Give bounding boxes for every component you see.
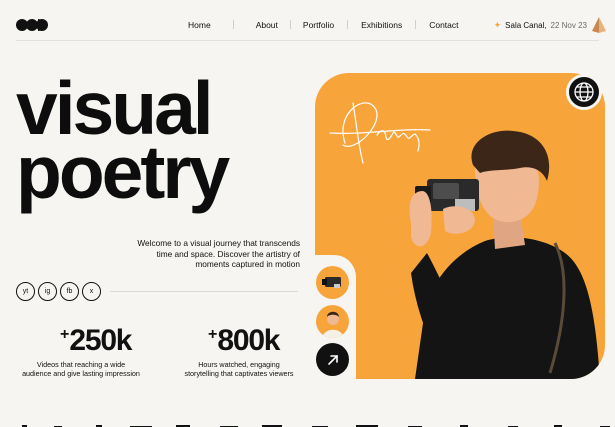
nav-divider bbox=[289, 20, 291, 29]
next-section-lettering bbox=[22, 425, 610, 427]
nav-divider bbox=[415, 20, 417, 29]
thumbnail-portrait[interactable] bbox=[316, 305, 349, 338]
event-dot-icon: ✦ bbox=[493, 20, 502, 30]
stat-videos: +250k Videos that reaching a wide audien… bbox=[16, 326, 146, 379]
youtube-link[interactable]: yt bbox=[16, 282, 35, 301]
x-link[interactable]: x bbox=[82, 282, 101, 301]
nav-about[interactable]: About bbox=[256, 20, 278, 30]
thumbnail-camera[interactable] bbox=[316, 266, 349, 299]
stat-value: 250k bbox=[69, 324, 132, 357]
portrait-thumbnail-icon bbox=[322, 311, 344, 338]
camera-thumbnail-icon bbox=[322, 277, 341, 288]
hero-photo bbox=[329, 102, 600, 379]
stat-hours: +800k Hours watched, engaging storytelli… bbox=[176, 324, 302, 379]
next-section-peek bbox=[0, 416, 615, 427]
brand-circles-logo[interactable] bbox=[16, 16, 48, 34]
pyramid-icon bbox=[592, 17, 606, 33]
nav-divider bbox=[232, 20, 234, 29]
header-divider bbox=[16, 40, 599, 41]
nav-contact[interactable]: Contact bbox=[429, 20, 458, 30]
headline-line-2: poetry bbox=[16, 130, 230, 214]
arrow-up-right-icon bbox=[327, 354, 338, 365]
site-header: Home About Portfolio Exhibitions Contact… bbox=[0, 0, 615, 44]
event-info[interactable]: ✦ Sala Canal, 22 Nov 23 bbox=[494, 20, 587, 31]
stat-prefix: + bbox=[208, 326, 218, 343]
globe-icon bbox=[574, 82, 594, 102]
globe-button[interactable] bbox=[566, 74, 602, 110]
hero-headline: visual poetry bbox=[16, 71, 230, 214]
nav-divider bbox=[347, 20, 349, 29]
event-venue: Sala Canal, bbox=[505, 21, 547, 30]
stat-videos-desc: Videos that reaching a wide audience and… bbox=[16, 360, 146, 378]
stat-prefix: + bbox=[60, 326, 70, 343]
stat-desc-line: Videos that reaching a wide bbox=[36, 360, 126, 369]
photographer-figure bbox=[409, 130, 600, 379]
stat-desc-line: Hours watched, engaging bbox=[198, 360, 280, 369]
social-links: yt ig fb x bbox=[16, 282, 101, 301]
instagram-link[interactable]: ig bbox=[38, 282, 57, 301]
stat-desc-line: storytelling that captivates viewers bbox=[184, 369, 294, 378]
main-nav: Home About Portfolio Exhibitions Contact bbox=[188, 20, 459, 30]
stat-hours-desc: Hours watched, engaging storytelling tha… bbox=[176, 360, 302, 378]
nav-portfolio[interactable]: Portfolio bbox=[303, 20, 334, 30]
nav-home[interactable]: Home bbox=[188, 20, 211, 30]
event-date: 22 Nov 23 bbox=[550, 21, 587, 30]
hero-image-card bbox=[315, 73, 605, 379]
signature-graphic bbox=[329, 102, 431, 164]
stat-videos-number: +250k bbox=[60, 326, 190, 356]
open-gallery-button[interactable] bbox=[316, 343, 349, 376]
section-divider bbox=[110, 291, 298, 292]
stat-desc-line: audience and give lasting impression bbox=[22, 369, 140, 378]
intro-text: Welcome to a visual journey that transce… bbox=[137, 238, 300, 269]
facebook-link[interactable]: fb bbox=[60, 282, 79, 301]
nav-exhibitions[interactable]: Exhibitions bbox=[361, 20, 402, 30]
stat-value: 800k bbox=[217, 324, 280, 357]
